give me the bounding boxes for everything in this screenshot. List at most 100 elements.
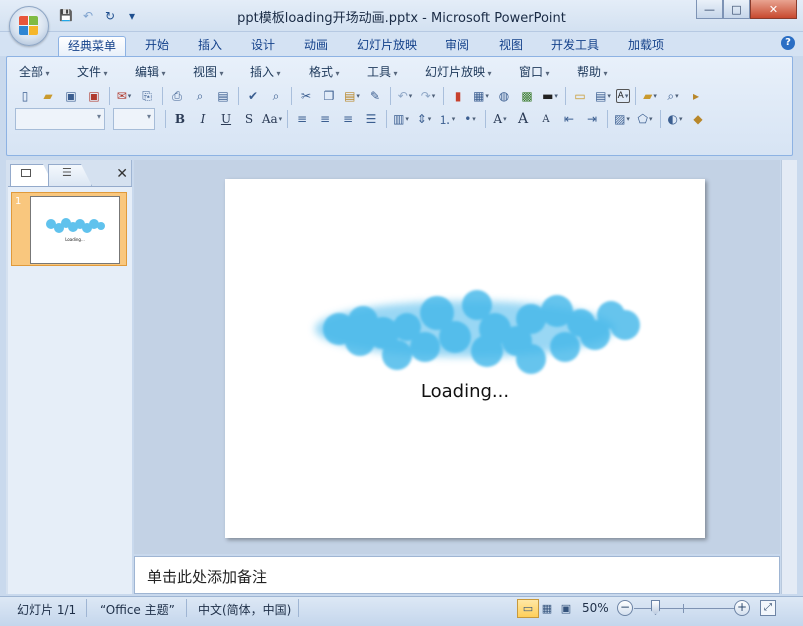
publish-icon[interactable]: ⎘ (137, 86, 157, 106)
format-painter-icon[interactable]: ✎ (365, 86, 385, 106)
menu-help[interactable]: 帮助 (577, 63, 608, 80)
italic-button[interactable]: I (193, 109, 213, 129)
tab-design[interactable]: 设计 (246, 36, 280, 56)
tab-view[interactable]: 视图 (494, 36, 528, 56)
fill-icon[interactable]: ◆ (688, 109, 708, 129)
open-icon[interactable]: ▰ (38, 86, 58, 106)
tab-slideshow[interactable]: 幻灯片放映 (352, 36, 422, 56)
zoom-slider-thumb[interactable] (651, 600, 660, 615)
slide-thumbnail-selected[interactable]: 1 Loading... (11, 192, 127, 266)
copy-icon[interactable]: ❐ (319, 86, 339, 106)
undo-icon[interactable]: ↶ (80, 8, 96, 24)
table-icon[interactable]: ▦ (471, 86, 491, 106)
shapes-icon[interactable]: ⬠ (635, 109, 655, 129)
paste-icon[interactable]: ▤ (342, 86, 362, 106)
office-button[interactable] (9, 6, 49, 46)
help-icon[interactable]: ? (781, 36, 795, 50)
font-color-button[interactable]: A (490, 109, 510, 129)
clipart-icon[interactable]: ◍ (494, 86, 514, 106)
font-name-combo[interactable] (15, 108, 105, 130)
print-preview-icon[interactable]: ⌕ (190, 86, 210, 106)
grow-font-button[interactable]: A (513, 109, 533, 129)
increase-indent-icon[interactable]: ⇥ (582, 109, 602, 129)
menu-edit[interactable]: 编辑 (135, 63, 166, 80)
tab-home[interactable]: 开始 (140, 36, 174, 56)
arrange-icon[interactable]: ▨ (612, 109, 632, 129)
color-grayscale-icon[interactable]: ▬ (540, 86, 560, 106)
cut-icon[interactable]: ✂ (296, 86, 316, 106)
send-icon[interactable]: ✉ (114, 86, 134, 106)
menu-tools[interactable]: 工具 (367, 63, 398, 80)
zoom-level[interactable]: 50% (582, 601, 609, 615)
shrink-font-button[interactable]: A (536, 109, 556, 129)
loading-text[interactable]: Loading... (225, 381, 705, 402)
maximize-button[interactable]: □ (723, 0, 750, 19)
picture-icon[interactable]: ▩ (517, 86, 537, 106)
spelling-icon[interactable]: ✔ (243, 86, 263, 106)
decrease-indent-icon[interactable]: ⇤ (559, 109, 579, 129)
shadow-button[interactable]: S (239, 109, 259, 129)
change-case-button[interactable]: Aa (262, 109, 282, 129)
customize-qat-icon[interactable]: ▾ (124, 8, 140, 24)
menu-view[interactable]: 视图 (193, 63, 224, 80)
research-icon[interactable]: ⌕ (266, 86, 286, 106)
new-icon[interactable]: ▯ (15, 86, 35, 106)
zoom-slider-track[interactable] (634, 608, 736, 609)
permission-icon[interactable]: ▣ (84, 86, 104, 106)
align-center-icon[interactable]: ≡ (315, 109, 335, 129)
theme-name[interactable]: “Office 主题” (100, 601, 175, 618)
numbering-icon[interactable]: ⒈ (437, 109, 457, 129)
tab-outline[interactable]: ☰ (48, 164, 92, 186)
menu-format[interactable]: 格式 (309, 63, 340, 80)
redo-icon[interactable]: ↻ (102, 8, 118, 24)
folder-icon[interactable]: ▰ (640, 86, 660, 106)
menu-all[interactable]: 全部 (19, 63, 50, 80)
vertical-scrollbar[interactable] (781, 160, 797, 594)
undo-icon[interactable]: ↶ (395, 86, 415, 106)
layout-icon[interactable]: ▤ (593, 86, 613, 106)
underline-button[interactable]: U (216, 109, 236, 129)
bullets-icon[interactable]: • (460, 109, 480, 129)
page-setup-icon[interactable]: ▤ (213, 86, 233, 106)
notes-pane[interactable]: 单击此处添加备注 (134, 556, 780, 594)
align-right-icon[interactable]: ≡ (338, 109, 358, 129)
minimize-button[interactable]: — (696, 0, 723, 19)
tab-animation[interactable]: 动画 (299, 36, 333, 56)
slide-thumbnail[interactable]: Loading... (30, 196, 120, 264)
zoom-in-button[interactable]: + (734, 600, 750, 616)
tab-addins[interactable]: 加载项 (623, 36, 669, 56)
tab-slides[interactable] (10, 164, 54, 186)
menu-window[interactable]: 窗口 (519, 63, 550, 80)
close-panel-icon[interactable]: ✕ (116, 166, 128, 182)
redo-icon[interactable]: ↷ (418, 86, 438, 106)
justify-icon[interactable]: ☰ (361, 109, 381, 129)
tab-insert[interactable]: 插入 (193, 36, 227, 56)
new-slide-icon[interactable]: ▭ (570, 86, 590, 106)
save-icon[interactable]: ▣ (61, 86, 81, 106)
language-indicator[interactable]: 中文(简体，中国) (198, 601, 291, 618)
columns-icon[interactable]: ▥ (391, 109, 411, 129)
close-button[interactable]: ✕ (750, 0, 797, 19)
line-spacing-icon[interactable]: ⇕ (414, 109, 434, 129)
menu-file[interactable]: 文件 (77, 63, 108, 80)
slideshow-view-button[interactable]: ▣ (555, 599, 577, 618)
align-left-icon[interactable]: ≡ (292, 109, 312, 129)
slide-canvas[interactable]: Loading... (225, 179, 705, 538)
zoom-icon[interactable]: ⌕ (663, 86, 683, 106)
print-icon[interactable]: ⎙ (167, 86, 187, 106)
chart-icon[interactable]: ▮ (448, 86, 468, 106)
menu-slideshow[interactable]: 幻灯片放映 (425, 63, 492, 80)
shape-style-icon[interactable]: ◐ (665, 109, 685, 129)
notes-placeholder[interactable]: 单击此处添加备注 (147, 566, 267, 587)
tab-developer[interactable]: 开发工具 (546, 36, 604, 56)
tab-classic-menu[interactable]: 经典菜单 (58, 36, 126, 56)
tab-review[interactable]: 审阅 (440, 36, 474, 56)
menu-insert[interactable]: 插入 (250, 63, 281, 80)
fit-to-window-icon[interactable]: ⤢ (760, 600, 776, 616)
font-size-combo[interactable] (113, 108, 155, 130)
textbox-icon[interactable]: A (616, 89, 630, 103)
zoom-out-button[interactable]: − (617, 600, 633, 616)
more-icon[interactable]: ▸ (686, 86, 706, 106)
bold-button[interactable]: B (170, 109, 190, 129)
save-icon[interactable]: 💾 (58, 8, 74, 24)
